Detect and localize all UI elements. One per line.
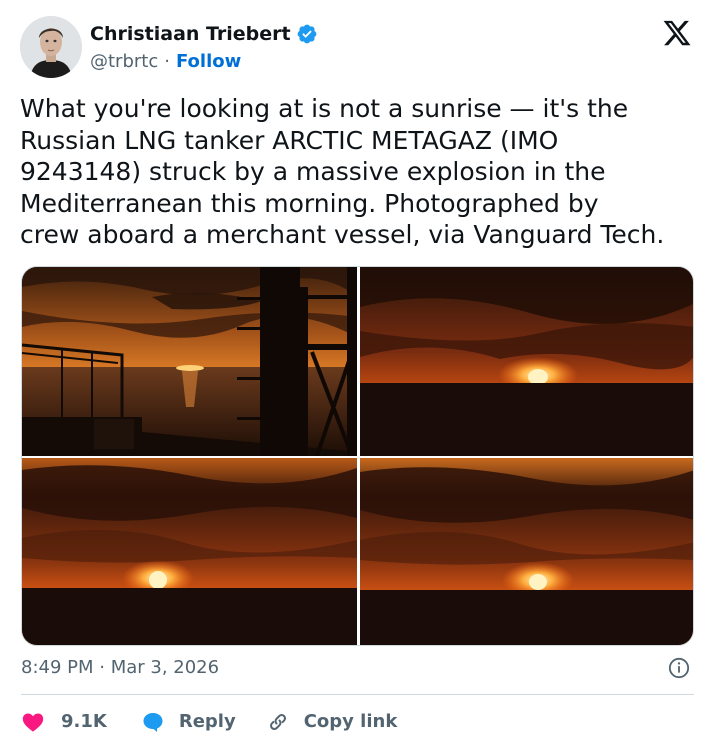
photo-2[interactable]	[360, 267, 693, 456]
photo-1[interactable]	[22, 267, 357, 456]
info-icon[interactable]	[668, 657, 690, 679]
explosion-horizon-photo-icon	[360, 458, 693, 645]
like-button[interactable]: 9.1K	[21, 710, 107, 734]
photo-4[interactable]	[360, 458, 693, 645]
link-icon	[269, 714, 286, 730]
copy-link-button[interactable]: Copy link	[266, 710, 398, 734]
verified-badge-icon	[297, 24, 317, 44]
reply-bubble-icon	[143, 713, 163, 732]
author-handle-row: @trbrtc · Follow	[90, 50, 241, 74]
separator-dot: ·	[164, 51, 170, 72]
divider	[21, 694, 694, 695]
author-name-row: Christiaan Triebert	[90, 22, 318, 46]
heart-icon	[22, 713, 44, 732]
tweet-actions: 9.1K Reply Copy link	[21, 708, 397, 736]
copy-link-label: Copy link	[303, 711, 398, 732]
explosion-horizon-photo-icon	[360, 267, 693, 456]
author-name[interactable]: Christiaan Triebert	[90, 22, 291, 46]
reply-label: Reply	[178, 711, 236, 732]
explosion-horizon-photo-icon	[22, 458, 357, 645]
tweet-timestamp[interactable]: 8:49 PM · Mar 3, 2026	[21, 656, 219, 680]
tweet-header: Christiaan Triebert @trbrtc · Follow	[20, 16, 696, 80]
like-count: 9.1K	[61, 711, 107, 732]
tweet-text: What you're looking at is not a sunrise …	[20, 94, 665, 249]
media-grid	[21, 266, 694, 646]
x-logo-icon[interactable]	[662, 18, 692, 48]
sunset-ship-deck-photo-icon	[22, 267, 357, 456]
photo-3[interactable]	[22, 458, 357, 645]
author-handle[interactable]: @trbrtc	[90, 50, 158, 74]
avatar[interactable]	[20, 16, 82, 78]
reply-button[interactable]: Reply	[141, 710, 236, 734]
follow-button[interactable]: Follow	[176, 50, 241, 74]
